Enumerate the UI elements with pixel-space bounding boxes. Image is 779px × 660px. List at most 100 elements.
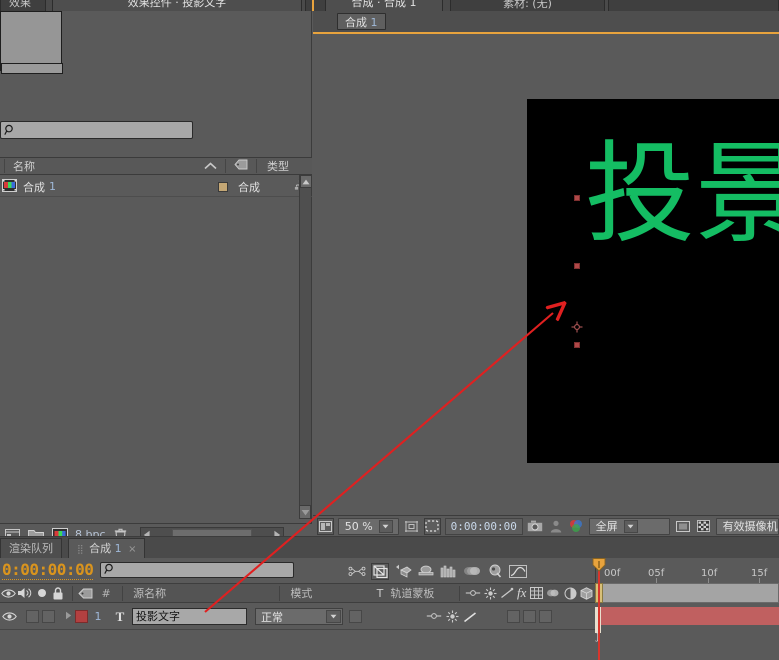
timeline-search-field[interactable] bbox=[116, 564, 276, 576]
collapse-transformations-icon[interactable] bbox=[394, 563, 412, 580]
project-item-row[interactable]: 合成 1 合成 bbox=[0, 177, 312, 197]
fx-label[interactable]: fx bbox=[515, 585, 528, 601]
quality-icon[interactable] bbox=[417, 563, 435, 580]
label-tag-icon[interactable] bbox=[230, 159, 252, 173]
layer-parent-icon[interactable] bbox=[425, 608, 443, 625]
view-layout-icon[interactable] bbox=[674, 518, 691, 535]
composition-text-layer[interactable]: 投景 bbox=[585, 139, 779, 249]
layer-switch-a[interactable] bbox=[507, 610, 520, 623]
layer-name-input[interactable]: 投影文字 bbox=[132, 608, 247, 625]
anchor-point-icon[interactable] bbox=[571, 321, 583, 333]
selection-handle-bottom[interactable] bbox=[574, 342, 580, 348]
project-search-input[interactable] bbox=[0, 121, 193, 139]
chevron-down-icon[interactable] bbox=[378, 519, 393, 533]
region-of-interest-icon[interactable] bbox=[403, 518, 420, 535]
current-time-indicator-head[interactable] bbox=[592, 558, 606, 572]
project-scroll-down-arrow[interactable] bbox=[299, 505, 311, 519]
parent-pick-whip-icon[interactable] bbox=[465, 585, 482, 602]
tab-extra[interactable] bbox=[608, 0, 779, 11]
column-header-hash[interactable]: # bbox=[94, 587, 118, 600]
motion-blur-icon[interactable] bbox=[463, 563, 481, 580]
show-snapshot-icon[interactable] bbox=[547, 518, 564, 535]
view-mode-select[interactable]: 全屏 bbox=[588, 517, 671, 535]
timeline-layer-duration-bar[interactable] bbox=[601, 607, 779, 625]
column-header-track-matte[interactable]: 轨道蒙板 bbox=[387, 585, 454, 601]
tab-effects[interactable]: 效果 bbox=[0, 0, 46, 11]
col-divider-2 bbox=[225, 159, 226, 173]
3d-layer-icon[interactable] bbox=[578, 585, 595, 602]
composition-canvas[interactable]: 投景 bbox=[527, 99, 779, 463]
active-camera-select[interactable]: 有效摄像机 bbox=[715, 517, 779, 535]
top-panel-tabbar: 效果 效果控件 · 投影文字 合成 · 合成 1 素材: (无) bbox=[0, 0, 779, 11]
timeline-layer-row[interactable]: 1 T 投影文字 正常 bbox=[0, 604, 595, 630]
layer-track-matte-switch[interactable] bbox=[349, 610, 362, 623]
composition-viewer-tabbar: 合成 1 bbox=[313, 11, 779, 33]
audio-icon[interactable] bbox=[17, 585, 34, 602]
timeline-track-header-strip[interactable] bbox=[601, 583, 779, 603]
channel-icon[interactable] bbox=[568, 518, 585, 535]
tab-effect-controls[interactable]: 效果控件 · 投影文字 bbox=[52, 0, 302, 11]
close-icon[interactable]: × bbox=[128, 544, 136, 555]
motion-blur-switch-icon[interactable] bbox=[545, 585, 562, 602]
tab-composition[interactable]: 合成 · 合成 1 bbox=[325, 0, 443, 11]
mask-shape-icon[interactable] bbox=[423, 517, 441, 535]
label-icon[interactable] bbox=[77, 585, 94, 602]
layer-solo-switch[interactable] bbox=[42, 610, 55, 623]
composition-stage[interactable]: 投景 bbox=[313, 34, 779, 515]
scroll-up-arrow-icon[interactable] bbox=[300, 175, 312, 188]
timeline-search-input[interactable] bbox=[100, 562, 294, 578]
tab-render-queue[interactable]: 渲染队列 bbox=[0, 538, 62, 558]
frame-blending-icon[interactable] bbox=[440, 563, 458, 580]
shy-icon[interactable] bbox=[371, 562, 389, 580]
tab-timeline-comp-1[interactable]: ⣿ 合成 1 × bbox=[68, 538, 146, 558]
layer-visibility-eye-icon[interactable] bbox=[0, 608, 18, 625]
solo-icon[interactable] bbox=[33, 585, 50, 602]
layer-blend-mode-select[interactable]: 正常 bbox=[255, 608, 343, 625]
transparency-grid-icon[interactable] bbox=[695, 518, 712, 535]
tab-footage[interactable]: 素材: (无) bbox=[450, 0, 605, 11]
col-divider-d bbox=[459, 585, 461, 601]
timeline-ruler[interactable]: 00f 05f 10f 15f bbox=[595, 558, 779, 583]
col-divider-a bbox=[71, 585, 73, 601]
tab-drag-handle-icon[interactable]: ⣿ bbox=[77, 545, 84, 555]
toggle-transparency-grid-icon[interactable] bbox=[317, 517, 334, 535]
timeline-current-timecode[interactable]: 0:00:00:00 bbox=[2, 561, 94, 580]
brainstorm-icon[interactable] bbox=[486, 563, 504, 580]
effects-switch-icon[interactable] bbox=[498, 585, 515, 602]
project-item-label-color[interactable] bbox=[218, 181, 228, 192]
column-header-track-matte-t[interactable]: T bbox=[373, 587, 388, 600]
selection-handle-top[interactable] bbox=[574, 195, 580, 201]
zoom-level-select[interactable]: 50 % bbox=[337, 517, 400, 535]
quality-switch-icon[interactable] bbox=[482, 585, 499, 602]
layer-quality-icon[interactable] bbox=[443, 608, 461, 625]
current-time-indicator[interactable] bbox=[598, 558, 600, 660]
active-camera-value: 有效摄像机 bbox=[722, 520, 778, 533]
layer-expand-triangle-icon[interactable] bbox=[61, 610, 75, 623]
lock-icon[interactable] bbox=[50, 585, 67, 602]
column-header-source-name[interactable]: 源名称 bbox=[127, 585, 275, 601]
layer-label-color-swatch[interactable] bbox=[75, 610, 88, 623]
column-header-name[interactable]: 名称 bbox=[9, 158, 199, 174]
toggle-switches-icon[interactable] bbox=[348, 563, 366, 580]
project-search-field[interactable] bbox=[16, 124, 176, 136]
eye-icon[interactable] bbox=[0, 585, 17, 602]
chevron-down-icon-3[interactable] bbox=[326, 610, 341, 623]
project-scrollbar[interactable] bbox=[299, 175, 312, 505]
layer-effects-icon[interactable] bbox=[461, 608, 479, 625]
column-header-mode[interactable]: 模式 bbox=[284, 585, 372, 601]
tab-composition-1[interactable]: 合成 1 bbox=[337, 13, 386, 30]
frame-blend-switch-icon[interactable] bbox=[528, 585, 545, 602]
layer-switch-b[interactable] bbox=[523, 610, 536, 623]
graph-editor-icon[interactable] bbox=[509, 563, 527, 580]
column-header-type[interactable]: 类型 bbox=[261, 158, 312, 174]
snapshot-icon[interactable] bbox=[527, 518, 544, 535]
selection-handle-middle[interactable] bbox=[574, 263, 580, 269]
layer-audio-switch[interactable] bbox=[26, 610, 39, 623]
layer-switch-c[interactable] bbox=[539, 610, 552, 623]
zoom-level-value: 50 % bbox=[344, 519, 373, 533]
sort-arrow-icon[interactable] bbox=[199, 160, 221, 173]
chevron-down-icon-2[interactable] bbox=[623, 519, 638, 533]
layer-blend-mode-value: 正常 bbox=[261, 610, 283, 624]
viewer-timecode[interactable]: 0:00:00:00 bbox=[444, 517, 523, 535]
adjustment-layer-icon[interactable] bbox=[562, 585, 579, 602]
